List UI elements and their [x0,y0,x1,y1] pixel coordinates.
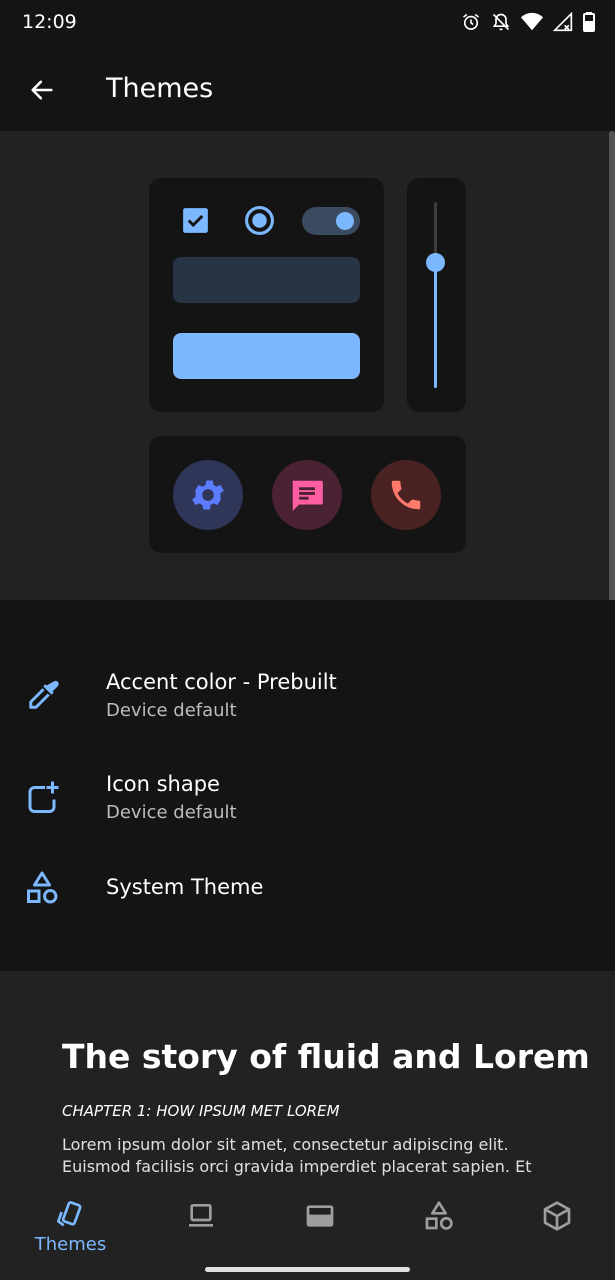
nav-item-laptop[interactable] [139,1186,262,1256]
accent-color-subtitle: Device default [106,700,237,721]
controls-preview-card [149,178,384,412]
story-body: Lorem ipsum dolor sit amet, consectetur … [62,1135,532,1176]
toggle-switch [302,207,360,235]
gear-icon [192,480,224,510]
cube-icon [543,1201,570,1231]
text-field-preview [173,257,360,303]
shapes-icon [425,1201,453,1230]
story-preview: The story of fluid and Lorem CHAPTER 1: … [0,971,615,1186]
messages-app-icon [272,460,342,530]
slider-preview-card [407,178,466,412]
gesture-bar[interactable] [205,1267,410,1272]
system-theme-setting[interactable]: System Theme [0,862,615,942]
back-button[interactable] [22,70,62,110]
checkbox-icon [183,208,208,233]
accent-color-setting[interactable]: Accent color - Prebuilt Device default [0,658,615,738]
radio-button-icon [245,206,274,235]
nav-item-window[interactable] [258,1186,381,1256]
settings-app-icon [173,460,243,530]
wifi-icon [521,12,543,31]
slider-fill [434,263,437,388]
icon-shape-icon [28,781,59,813]
icon-shape-title: Icon shape [106,772,220,796]
page-title: Themes [106,73,214,104]
eyedropper-icon [29,680,59,709]
icon-shape-subtitle: Device default [106,802,237,823]
accent-color-title: Accent color - Prebuilt [106,670,337,694]
themes-icon [56,1201,81,1227]
nav-item-themes[interactable]: Themes [9,1186,132,1256]
story-chapter: CHAPTER 1: HOW IPSUM MET LOREM [62,1102,340,1120]
app-icons-preview-card [149,436,466,553]
status-bar: 12:09 [0,0,615,48]
app-bar: Themes [0,48,615,131]
scrollbar-thumb[interactable] [609,131,615,671]
system-theme-title: System Theme [106,875,264,899]
theme-preview [0,131,615,600]
toggle-thumb [336,212,354,230]
slider-thumb [426,253,445,272]
shapes-icon [27,871,58,904]
notifications-off-icon [492,13,510,31]
bottom-navigation: Themes [0,1186,615,1280]
nav-item-shapes[interactable] [377,1186,500,1256]
laptop-icon [188,1204,213,1227]
message-icon [292,480,323,511]
nav-item-cube[interactable] [495,1186,615,1256]
nav-label-themes: Themes [34,1234,107,1255]
status-time: 12:09 [22,11,77,33]
phone-app-icon [371,460,441,530]
button-preview [173,333,360,379]
window-icon [306,1205,333,1227]
cellular-signal-icon [553,12,573,32]
phone-icon [391,480,421,510]
battery-icon [583,12,595,32]
arrow-back-icon [31,80,53,100]
settings-list: Accent color - Prebuilt Device default I… [0,600,615,971]
alarm-icon [463,13,479,30]
story-title: The story of fluid and Lorem [62,1037,590,1076]
icon-shape-setting[interactable]: Icon shape Device default [0,760,615,840]
